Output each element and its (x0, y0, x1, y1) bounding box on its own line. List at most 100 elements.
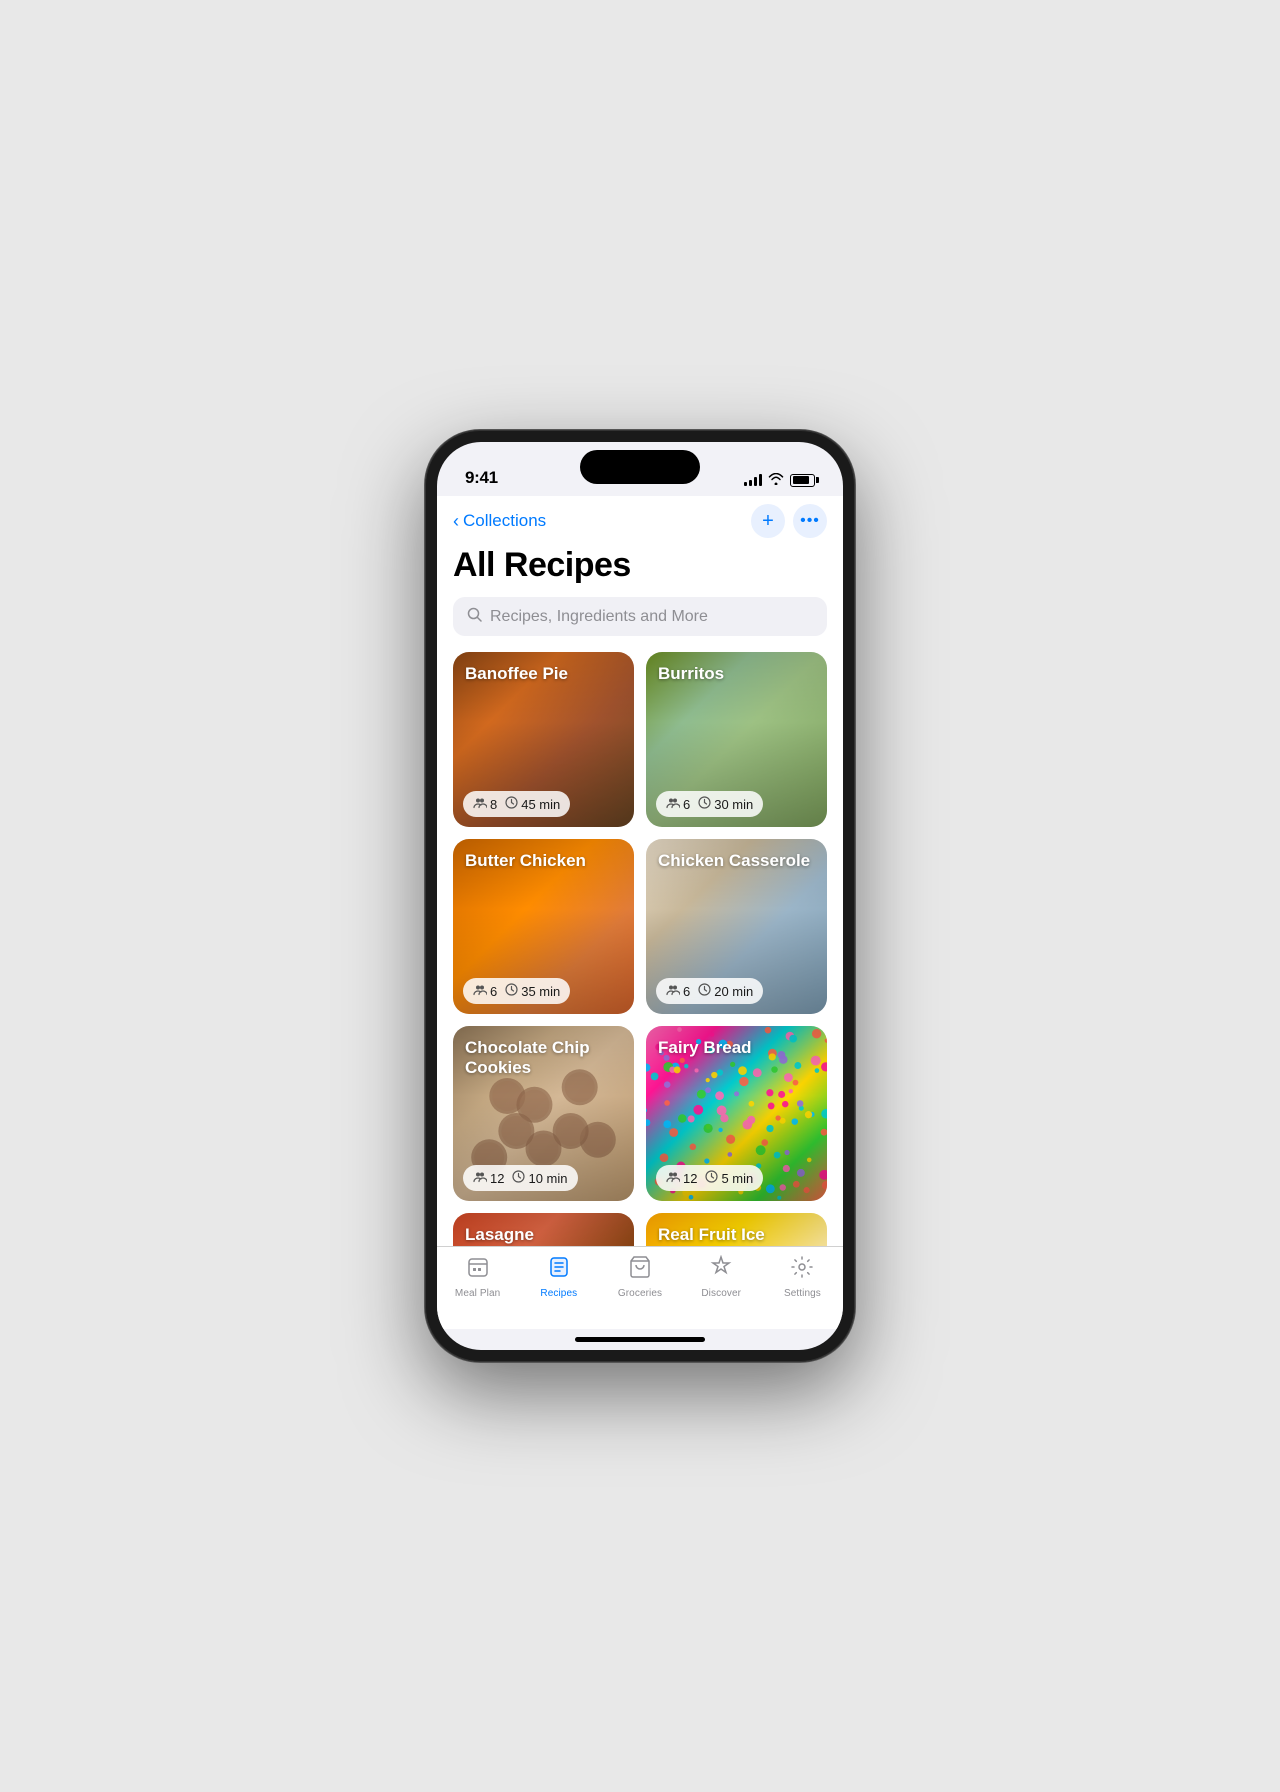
people-icon (666, 797, 680, 812)
tab-settings[interactable]: Settings (762, 1255, 843, 1299)
recipe-card-chicken-casserole[interactable]: Chicken Casserole 6 (646, 839, 827, 1014)
recipe-title: Lasagne (465, 1225, 622, 1245)
recipe-meta: 6 35 min (463, 978, 624, 1004)
tab-groceries[interactable]: Groceries (599, 1255, 680, 1299)
servings-value: 12 (490, 1171, 504, 1186)
recipe-meta-pill: 6 35 min (463, 978, 570, 1004)
recipes-tab-icon (547, 1255, 571, 1285)
time-value: 5 min (721, 1171, 753, 1186)
discover-tab-icon (709, 1255, 733, 1285)
time-meta: 30 min (698, 796, 753, 812)
tab-meal-plan[interactable]: Meal Plan (437, 1255, 518, 1299)
time-meta: 35 min (505, 983, 560, 999)
servings-meta: 6 (666, 797, 690, 812)
more-icon: ••• (800, 512, 820, 530)
recipe-title: Butter Chicken (465, 851, 622, 871)
servings-value: 6 (683, 984, 690, 999)
recipe-grid: Banoffee Pie 8 (437, 652, 843, 1246)
recipe-meta-pill: 12 10 min (463, 1165, 578, 1191)
discover-tab-label: Discover (701, 1288, 741, 1299)
signal-icon (744, 474, 762, 486)
search-container: Recipes, Ingredients and More (437, 597, 843, 652)
recipe-meta: 6 20 min (656, 978, 817, 1004)
servings-value: 6 (683, 797, 690, 812)
clock-icon (698, 983, 711, 999)
groceries-tab-label: Groceries (618, 1288, 662, 1299)
servings-value: 8 (490, 797, 497, 812)
people-icon (666, 1171, 680, 1186)
phone-screen: 9:41 (437, 442, 843, 1350)
recipe-title: Banoffee Pie (465, 664, 622, 684)
search-icon (467, 607, 482, 626)
settings-tab-label: Settings (784, 1288, 821, 1299)
recipe-meta: 6 30 min (656, 791, 817, 817)
phone-frame: 9:41 (425, 430, 855, 1362)
wifi-icon (768, 472, 784, 488)
recipe-card-real-fruit-ice-cream[interactable]: Real Fruit Ice Cream 4 (646, 1213, 827, 1246)
recipe-meta: 8 45 min (463, 791, 624, 817)
clock-icon (698, 796, 711, 812)
add-icon: + (762, 510, 774, 533)
time-value: 20 min (714, 984, 753, 999)
servings-value: 12 (683, 1171, 697, 1186)
servings-meta: 6 (473, 984, 497, 999)
time-value: 35 min (521, 984, 560, 999)
servings-meta: 8 (473, 797, 497, 812)
dynamic-island (580, 450, 700, 484)
tab-discover[interactable]: Discover (681, 1255, 762, 1299)
nav-bar: ‹ Collections + ••• (437, 496, 843, 542)
recipe-card-butter-chicken[interactable]: Butter Chicken 6 (453, 839, 634, 1014)
app-content: ‹ Collections + ••• All Recipes (437, 496, 843, 1246)
more-button[interactable]: ••• (793, 504, 827, 538)
servings-value: 6 (490, 984, 497, 999)
clock-icon (705, 1170, 718, 1186)
home-indicator (575, 1337, 705, 1342)
time-meta: 10 min (512, 1170, 567, 1186)
time-meta: 5 min (705, 1170, 753, 1186)
time-value: 45 min (521, 797, 560, 812)
back-label: Collections (463, 511, 546, 531)
nav-actions: + ••• (751, 504, 827, 538)
servings-meta: 6 (666, 984, 690, 999)
people-icon (473, 797, 487, 812)
settings-tab-icon (790, 1255, 814, 1285)
people-icon (473, 984, 487, 999)
recipe-card-fairy-bread[interactable]: Fairy Bread 12 (646, 1026, 827, 1201)
time-meta: 20 min (698, 983, 753, 999)
people-icon (473, 1171, 487, 1186)
page-title: All Recipes (437, 542, 843, 597)
tab-bar: Meal Plan Recipes Groceries Discover Set… (437, 1246, 843, 1329)
meal-plan-tab-icon (466, 1255, 490, 1285)
battery-icon (790, 474, 815, 487)
tab-recipes[interactable]: Recipes (518, 1255, 599, 1299)
recipe-card-chocolate-chip-cookies[interactable]: Chocolate Chip Cookies 12 (453, 1026, 634, 1201)
recipe-meta-pill: 12 5 min (656, 1165, 763, 1191)
back-button[interactable]: ‹ Collections (453, 511, 546, 531)
add-button[interactable]: + (751, 504, 785, 538)
recipe-meta: 12 5 min (656, 1165, 817, 1191)
time-meta: 45 min (505, 796, 560, 812)
recipe-meta-pill: 8 45 min (463, 791, 570, 817)
recipe-meta-pill: 6 30 min (656, 791, 763, 817)
recipes-tab-label: Recipes (540, 1288, 577, 1299)
clock-icon (512, 1170, 525, 1186)
search-bar[interactable]: Recipes, Ingredients and More (453, 597, 827, 636)
servings-meta: 12 (666, 1171, 697, 1186)
people-icon (666, 984, 680, 999)
back-chevron-icon: ‹ (453, 512, 459, 530)
clock-icon (505, 796, 518, 812)
search-placeholder: Recipes, Ingredients and More (490, 608, 708, 626)
recipe-title: Real Fruit Ice Cream (658, 1225, 815, 1246)
meal-plan-tab-label: Meal Plan (455, 1288, 500, 1299)
status-time: 9:41 (465, 468, 498, 488)
recipe-meta: 12 10 min (463, 1165, 624, 1191)
servings-meta: 12 (473, 1171, 504, 1186)
recipe-meta-pill: 6 20 min (656, 978, 763, 1004)
time-value: 10 min (528, 1171, 567, 1186)
status-icons (744, 472, 815, 488)
recipe-title: Fairy Bread (658, 1038, 815, 1058)
recipe-card-banoffee-pie[interactable]: Banoffee Pie 8 (453, 652, 634, 827)
recipe-card-burritos[interactable]: Burritos 6 (646, 652, 827, 827)
recipe-title: Chicken Casserole (658, 851, 815, 871)
recipe-card-lasagne[interactable]: Lasagne 6 (453, 1213, 634, 1246)
